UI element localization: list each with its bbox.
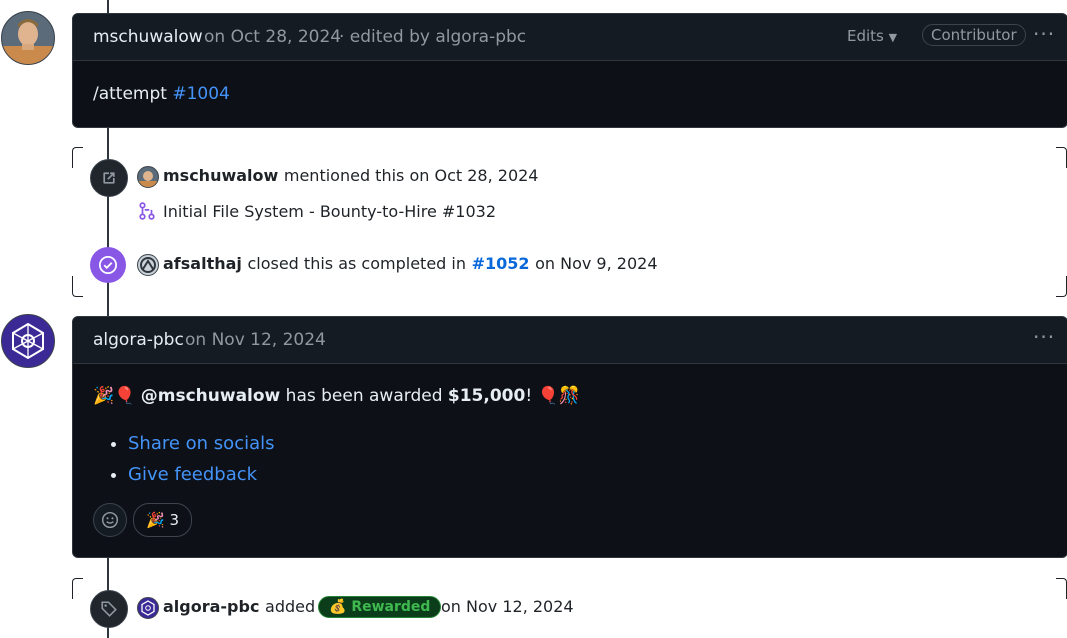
- section-corner: [1056, 578, 1067, 599]
- event-actor[interactable]: afsalthaj: [163, 254, 242, 273]
- award-message: 🎉🎈 @mschuwalow has been awarded $15,000!…: [93, 386, 580, 406]
- closed-event: afsalthaj closed this as completed in #1…: [163, 254, 658, 273]
- issue-link[interactable]: #1004: [172, 84, 230, 104]
- event-text: mentioned this on Oct 28, 2024: [283, 166, 539, 185]
- author-avatar[interactable]: [1, 11, 55, 65]
- comment-author[interactable]: mschuwalow: [93, 27, 203, 47]
- rewarded-label[interactable]: 💰 Rewarded: [318, 596, 442, 618]
- list-item: Give feedback: [128, 459, 275, 490]
- reaction-count: 3: [169, 511, 180, 529]
- comment-text: /attempt #1004: [93, 84, 230, 104]
- label-event: algora-pbc added: [163, 597, 315, 616]
- chevron-down-icon: ▼: [888, 31, 898, 44]
- award-suffix: !: [525, 386, 533, 406]
- list-item: Share on socials: [128, 428, 275, 459]
- comment-timestamp[interactable]: on Oct 28, 2024: [204, 27, 341, 47]
- event-date: on Nov 9, 2024: [535, 254, 658, 273]
- pull-request-icon: [138, 202, 156, 224]
- comment-body: 🎉🎈 @mschuwalow has been awarded $15,000!…: [73, 364, 1067, 557]
- mention-event: mschuwalow mentioned this on Oct 28, 202…: [163, 166, 538, 185]
- comment-card: algora-pbc on Nov 12, 2024 ··· 🎉🎈 @mschu…: [72, 316, 1067, 558]
- add-reaction-button[interactable]: [93, 503, 127, 537]
- money-bag-emoji: 💰: [329, 599, 347, 615]
- user-mention[interactable]: @mschuwalow: [141, 386, 281, 406]
- role-badge: Contributor: [922, 24, 1026, 46]
- edits-label: Edits: [847, 27, 884, 45]
- cross-reference-icon: [90, 159, 128, 197]
- event-date: on Nov 12, 2024: [441, 597, 574, 616]
- reaction-pill[interactable]: 🎉 3: [133, 503, 193, 537]
- event-text: closed this as completed in: [247, 254, 466, 273]
- command-text: /attempt: [93, 84, 167, 104]
- event-actor[interactable]: algora-pbc: [163, 597, 259, 616]
- tag-icon: [90, 590, 128, 628]
- celebration-emoji: 🎈🎊: [537, 386, 580, 406]
- actor-avatar[interactable]: [137, 597, 159, 619]
- closing-pr-link[interactable]: #1052: [472, 254, 530, 273]
- edited-by: · edited by algora-pbc: [339, 27, 527, 47]
- comment-header: mschuwalow on Oct 28, 2024 · edited by a…: [73, 14, 1067, 61]
- section-corner: [1056, 147, 1067, 168]
- smiley-icon: [101, 511, 119, 529]
- referenced-pr-link[interactable]: Initial File System - Bounty-to-Hire #10…: [163, 202, 496, 221]
- comment-timestamp[interactable]: on Nov 12, 2024: [185, 330, 326, 350]
- section-corner: [72, 578, 83, 599]
- award-amount: $15,000: [447, 386, 526, 406]
- actor-avatar[interactable]: [137, 166, 159, 188]
- award-text: has been awarded: [285, 386, 443, 406]
- comment-header: algora-pbc on Nov 12, 2024 ···: [73, 317, 1067, 364]
- give-feedback-link[interactable]: Give feedback: [128, 464, 257, 485]
- kebab-menu-icon[interactable]: ···: [1033, 325, 1055, 349]
- comment-author[interactable]: algora-pbc: [93, 330, 184, 350]
- actor-avatar[interactable]: [137, 254, 159, 276]
- label-text: Rewarded: [351, 599, 431, 615]
- section-corner: [72, 147, 83, 168]
- comment-card: mschuwalow on Oct 28, 2024 · edited by a…: [72, 13, 1067, 128]
- party-emoji: 🎉🎈: [93, 386, 136, 406]
- kebab-menu-icon[interactable]: ···: [1033, 22, 1055, 46]
- comment-body: /attempt #1004: [73, 61, 1067, 127]
- section-corner: [1056, 276, 1067, 297]
- author-avatar[interactable]: [1, 314, 55, 368]
- share-on-socials-link[interactable]: Share on socials: [128, 433, 275, 454]
- edits-dropdown[interactable]: Edits ▼: [847, 27, 897, 45]
- closed-completed-icon: [90, 247, 126, 283]
- event-text: added: [265, 597, 316, 616]
- event-actor[interactable]: mschuwalow: [163, 166, 278, 185]
- section-corner: [72, 276, 83, 297]
- tada-emoji: 🎉: [146, 511, 165, 529]
- link-list: Share on socials Give feedback: [93, 428, 275, 490]
